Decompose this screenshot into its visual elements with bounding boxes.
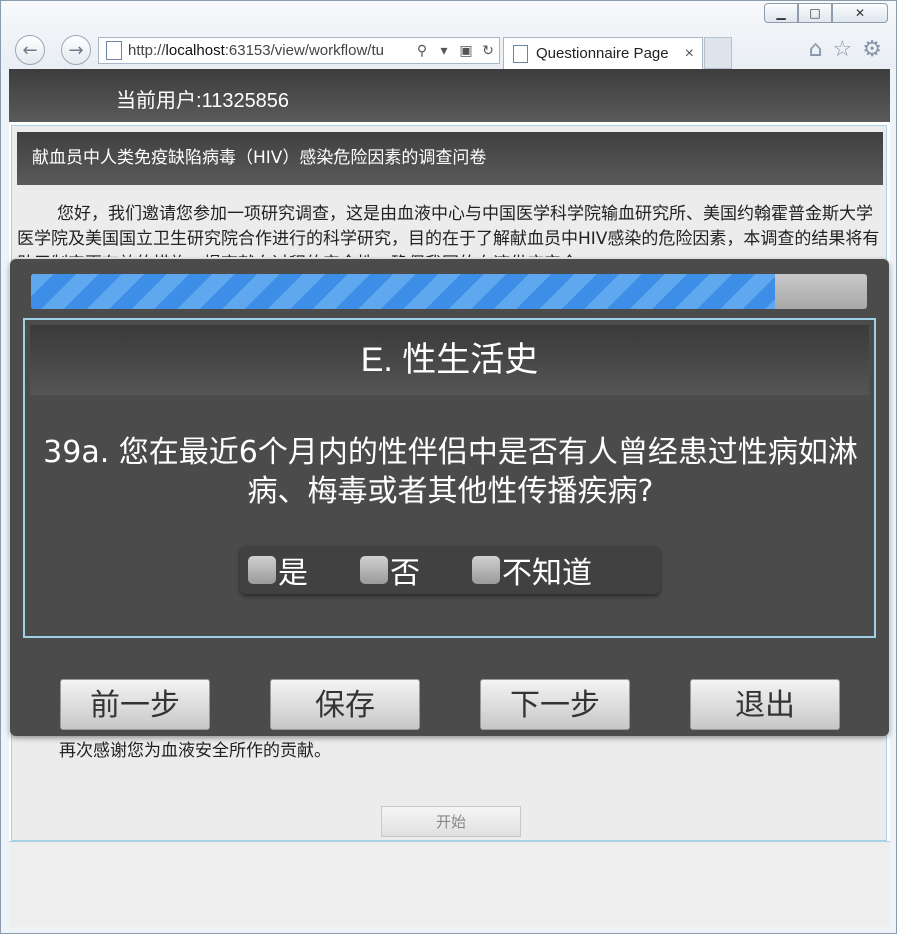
tab-page-icon	[513, 44, 528, 63]
window-controls: ▁ □ ✕	[764, 3, 888, 23]
tab-close-icon[interactable]: ×	[685, 45, 694, 63]
page-icon	[106, 41, 122, 60]
address-bar[interactable]: http://localhost:63153/view/workflow/tu …	[98, 37, 500, 64]
home-icon[interactable]: ⌂	[809, 37, 823, 62]
option-label: 不知道	[502, 556, 592, 591]
browser-window: ▁ □ ✕ ← → http://localhost:63153/view/wo…	[0, 0, 897, 934]
user-bar: 当前用户:11325856	[9, 69, 890, 122]
current-user-label: 当前用户:11325856	[116, 90, 290, 112]
question-text: 39a. 您在最近6个月内的性伴侣中是否有人曾经患过性病如淋病、梅毒或者其他性传…	[43, 435, 858, 509]
forward-button[interactable]: →	[61, 35, 91, 65]
refresh-icon[interactable]: ↻	[477, 42, 499, 59]
search-icon[interactable]: ⚲	[411, 42, 433, 59]
question-panel: E. 性生活史 39a. 您在最近6个月内的性伴侣中是否有人曾经患过性病如淋病、…	[23, 318, 876, 638]
progress-fill	[31, 274, 776, 309]
option-label: 否	[390, 556, 420, 591]
new-tab-button[interactable]	[704, 37, 732, 69]
checkbox[interactable]	[472, 556, 500, 584]
checkbox[interactable]	[248, 556, 276, 584]
maximize-button[interactable]: □	[798, 3, 832, 23]
minimize-button[interactable]: ▁	[764, 3, 798, 23]
forward-arrow-icon: →	[68, 39, 84, 61]
favorites-star-icon[interactable]: ☆	[833, 37, 853, 62]
progress-bar	[31, 274, 867, 309]
dropdown-icon[interactable]: ▾	[433, 42, 455, 59]
browser-chrome: ▁ □ ✕ ← → http://localhost:63153/view/wo…	[1, 1, 896, 69]
answer-options: 是 否 不知道	[240, 546, 660, 594]
address-url[interactable]: http://localhost:63153/view/workflow/tu	[128, 42, 411, 59]
browser-tools: ⌂ ☆ ⚙	[809, 37, 882, 62]
close-window-button[interactable]: ✕	[832, 3, 888, 23]
back-button[interactable]: ←	[15, 35, 45, 65]
url-path: :63153/view/workflow/tu	[224, 42, 384, 59]
url-scheme: http://	[128, 42, 166, 59]
survey-title: 献血员中人类免疫缺陷病毒（HIV）感染危险因素的调查问卷	[17, 132, 883, 185]
checkbox[interactable]	[360, 556, 388, 584]
tab-title: Questionnaire Page	[536, 45, 669, 62]
prev-button[interactable]: 前一步	[60, 679, 210, 730]
back-arrow-icon: ←	[22, 39, 38, 61]
save-button[interactable]: 保存	[270, 679, 420, 730]
start-button[interactable]: 开始	[381, 806, 521, 837]
compat-view-icon[interactable]: ▣	[455, 42, 477, 59]
question-modal: E. 性生活史 39a. 您在最近6个月内的性伴侣中是否有人曾经患过性病如淋病、…	[10, 259, 889, 736]
option-label: 是	[278, 556, 308, 591]
section-title: E. 性生活史	[30, 325, 869, 395]
exit-button[interactable]: 退出	[690, 679, 840, 730]
page-footer-area	[9, 841, 890, 927]
survey-intro: 您好，我们邀请您参加一项研究调查，这是由血液中心与中国医学科学院输血研究所、美国…	[17, 204, 880, 257]
option-dont-know[interactable]: 不知道	[472, 548, 592, 592]
thanks-text: 再次感谢您为血液安全所作的贡献。	[59, 741, 331, 761]
url-host: localhost	[165, 42, 225, 59]
option-yes[interactable]: 是	[248, 548, 308, 592]
option-no[interactable]: 否	[360, 548, 420, 592]
tab-questionnaire[interactable]: Questionnaire Page ×	[503, 37, 703, 69]
next-button[interactable]: 下一步	[480, 679, 630, 730]
gear-icon[interactable]: ⚙	[862, 37, 882, 62]
